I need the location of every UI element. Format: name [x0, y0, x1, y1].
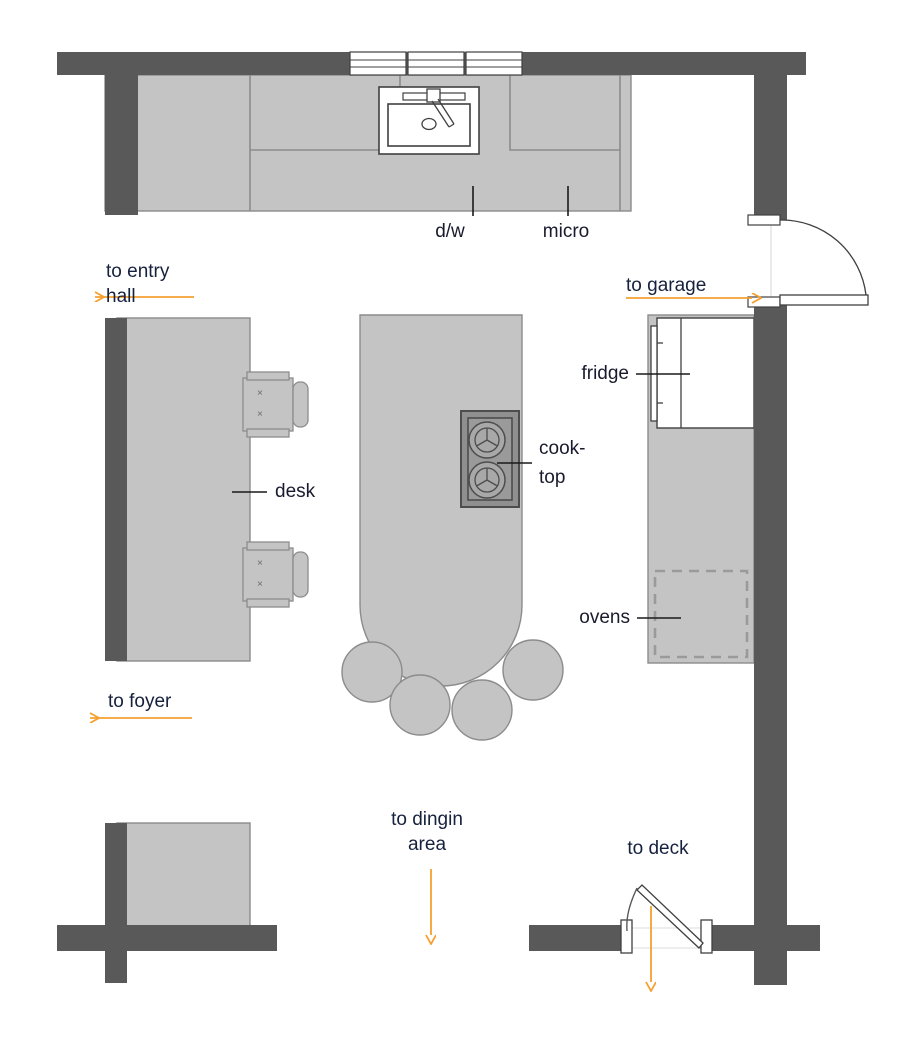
- garage-door-jamb-top: [747, 214, 781, 226]
- wall-bottom-left: [57, 925, 277, 951]
- chair-seat: [242, 547, 294, 602]
- stool: [502, 639, 564, 701]
- desk-chair-upper: × ×: [242, 371, 309, 438]
- wall-right-bottom-stub: [754, 925, 787, 985]
- wall-bottom-left-stub: [105, 951, 127, 983]
- wall-bottom-left-vertical: [105, 823, 127, 925]
- chair-arm-bottom: [246, 598, 290, 608]
- nav-to-garage-label: to garage: [626, 275, 706, 296]
- wall-left-stub-top: [105, 58, 138, 215]
- wall-bottom-right-left-seg: [529, 925, 625, 951]
- sink: [378, 86, 480, 155]
- chair-seat: [242, 377, 294, 432]
- chair-arm-top: [246, 541, 290, 551]
- label-cooktop-line2: top: [539, 467, 565, 488]
- chair-mark: ×: [257, 409, 263, 420]
- top-counter-slab: [104, 74, 632, 212]
- chair-arm-bottom: [246, 428, 290, 438]
- floor-plan-canvas: × × × × d/w micro desk cook- top fridge …: [0, 0, 900, 1042]
- nav-to-deck-label: to deck: [627, 838, 689, 859]
- chair-mark: ×: [257, 388, 263, 399]
- bottom-left-counter-slab: [116, 822, 251, 934]
- top-counter-run: [104, 74, 632, 212]
- ovens-outline: [653, 569, 749, 659]
- label-microwave: micro: [543, 221, 589, 242]
- label-cooktop-line1: cook-: [539, 438, 585, 459]
- window-pane: [407, 51, 465, 76]
- fridge-body: [656, 317, 755, 429]
- label-fridge: fridge: [581, 363, 629, 384]
- chair-arm-top: [246, 371, 290, 381]
- nav-to-dining-line1: to dingin: [391, 809, 463, 830]
- label-dishwasher: d/w: [435, 221, 465, 242]
- chair-mark: ×: [257, 558, 263, 569]
- wall-right-upper: [754, 58, 787, 220]
- label-ovens: ovens: [579, 607, 630, 628]
- chair-back: [292, 381, 309, 428]
- stool: [451, 679, 513, 741]
- window-pane: [465, 51, 523, 76]
- floor-plan-drawing: × × × × d/w micro desk cook- top fridge …: [0, 0, 900, 1042]
- cooktop: [460, 410, 520, 508]
- nav-to-entry-hall-line1: to entry: [106, 261, 170, 282]
- window-pane: [349, 51, 407, 76]
- wall-right-lower: [754, 302, 787, 931]
- nav-to-foyer-label: to foyer: [108, 691, 172, 712]
- refrigerator: [650, 317, 755, 429]
- bottom-left-counter: [116, 822, 251, 934]
- label-desk: desk: [275, 481, 316, 502]
- nav-to-entry-hall-line2: hall: [106, 286, 136, 307]
- desk-chair-lower: × ×: [242, 541, 309, 608]
- chair-back: [292, 551, 309, 598]
- desk-group: [116, 317, 251, 662]
- desk-slab: [116, 317, 251, 662]
- stool: [389, 674, 451, 736]
- wall-left-desk: [105, 318, 127, 661]
- window: [349, 51, 523, 76]
- chair-mark: ×: [257, 579, 263, 590]
- sink-drain: [421, 117, 437, 131]
- garage-door-leaf: [779, 294, 869, 306]
- nav-to-dining-line2: area: [408, 834, 446, 855]
- deck-door-jamb-right: [700, 919, 713, 954]
- garage-door-jamb-bottom: [747, 296, 781, 308]
